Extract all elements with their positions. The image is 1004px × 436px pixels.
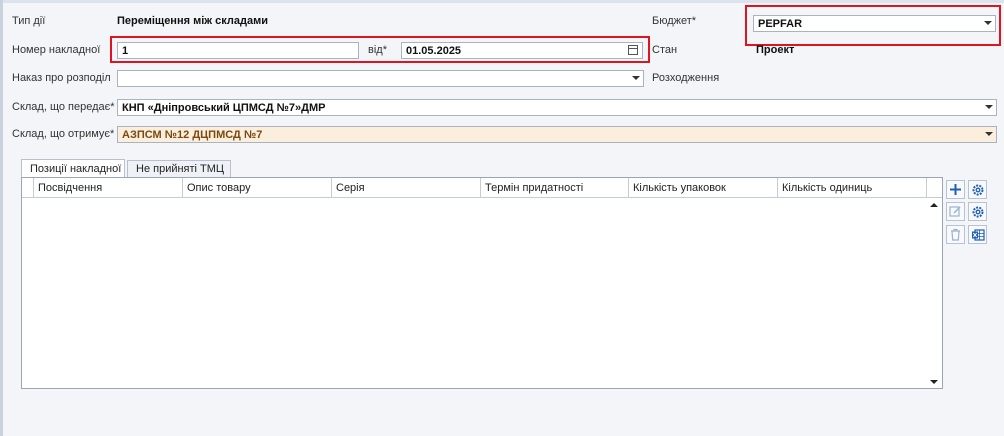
edit-icon — [949, 206, 961, 217]
delete-button[interactable] — [946, 225, 965, 244]
budget-select[interactable]: PEPFAR — [753, 15, 996, 32]
chevron-down-icon — [632, 76, 640, 80]
invoice-number-label: Номер накладної — [12, 44, 101, 56]
items-grid[interactable]: Посвідчення Опис товару Серія Термін при… — [21, 177, 943, 389]
top-border — [0, 0, 1004, 3]
budget-label: Бюджет* — [652, 15, 697, 27]
action-type-label: Тип дії — [12, 15, 46, 27]
scroll-down-arrow[interactable] — [930, 380, 938, 384]
distribution-order-label: Наказ про розподіл — [12, 72, 111, 84]
column-label: Кількість упаковок — [633, 181, 726, 194]
excel-icon — [971, 228, 985, 241]
edit-button[interactable] — [946, 202, 965, 221]
export-excel-button[interactable] — [968, 225, 987, 244]
scroll-up-arrow[interactable] — [930, 203, 938, 207]
sender-warehouse-label: Склад, що передає* — [12, 101, 115, 113]
settings-button[interactable] — [968, 180, 987, 199]
tab-invoice-items-label: Позиції накладної — [30, 162, 122, 175]
grid-header: Посвідчення Опис товару Серія Термін при… — [22, 178, 942, 198]
plus-icon — [950, 184, 961, 195]
budget-value: PEPFAR — [758, 17, 803, 30]
column-label: Опис товару — [187, 181, 251, 194]
chevron-down-icon — [985, 105, 993, 109]
state-label: Стан — [652, 44, 678, 56]
trash-icon — [951, 228, 960, 241]
tab-rejected-items[interactable]: Не прийняті ТМЦ — [127, 160, 231, 177]
distribution-order-select[interactable] — [117, 70, 644, 87]
column-header-description[interactable]: Опис товару — [183, 178, 332, 197]
column-label: Термін придатності — [485, 181, 584, 194]
column-header-expiry[interactable]: Термін придатності — [481, 178, 629, 197]
column-header-packages[interactable]: Кількість упаковок — [629, 178, 778, 197]
chevron-down-icon — [985, 132, 993, 136]
state-value: Проект — [756, 44, 795, 56]
invoice-number-value: 1 — [122, 44, 129, 57]
column-label: Серія — [336, 181, 365, 194]
receiver-warehouse-value: АЗПСМ №12 ДЦПМСД №7 — [122, 128, 263, 141]
tab-rejected-items-label: Не прийняті ТМЦ — [136, 163, 225, 175]
sender-warehouse-select[interactable]: КНП «Дніпровський ЦПМСД №7»ДМР — [117, 99, 997, 116]
date-input[interactable]: 01.05.2025 — [401, 42, 643, 59]
left-border — [0, 0, 3, 436]
settings-button-2[interactable] — [968, 202, 987, 221]
gear-icon — [972, 206, 983, 217]
date-label: від* — [368, 44, 387, 56]
column-header-series[interactable]: Серія — [332, 178, 481, 197]
chevron-down-icon — [984, 21, 992, 25]
column-label: Посвідчення — [38, 181, 103, 194]
invoice-number-input[interactable]: 1 — [117, 42, 359, 59]
column-header-certificate[interactable]: Посвідчення — [34, 178, 183, 197]
action-type-value: Переміщення між складами — [117, 15, 268, 27]
gear-icon — [972, 184, 983, 195]
receiver-warehouse-label: Склад, що отримує* — [12, 128, 115, 140]
receiver-warehouse-select[interactable]: АЗПСМ №12 ДЦПМСД №7 — [117, 126, 997, 143]
column-header-units[interactable]: Кількість одиниць — [778, 178, 927, 197]
date-value: 01.05.2025 — [406, 44, 462, 57]
tab-invoice-items[interactable]: Позиції накладної — [21, 159, 125, 177]
column-label: Кількість одиниць — [782, 181, 873, 194]
grid-row-selector-header — [22, 178, 34, 197]
calendar-icon[interactable] — [628, 45, 638, 55]
add-button[interactable] — [946, 180, 965, 199]
sender-warehouse-value: КНП «Дніпровський ЦПМСД №7»ДМР — [122, 101, 326, 114]
expense-label: Розходження — [652, 72, 720, 84]
